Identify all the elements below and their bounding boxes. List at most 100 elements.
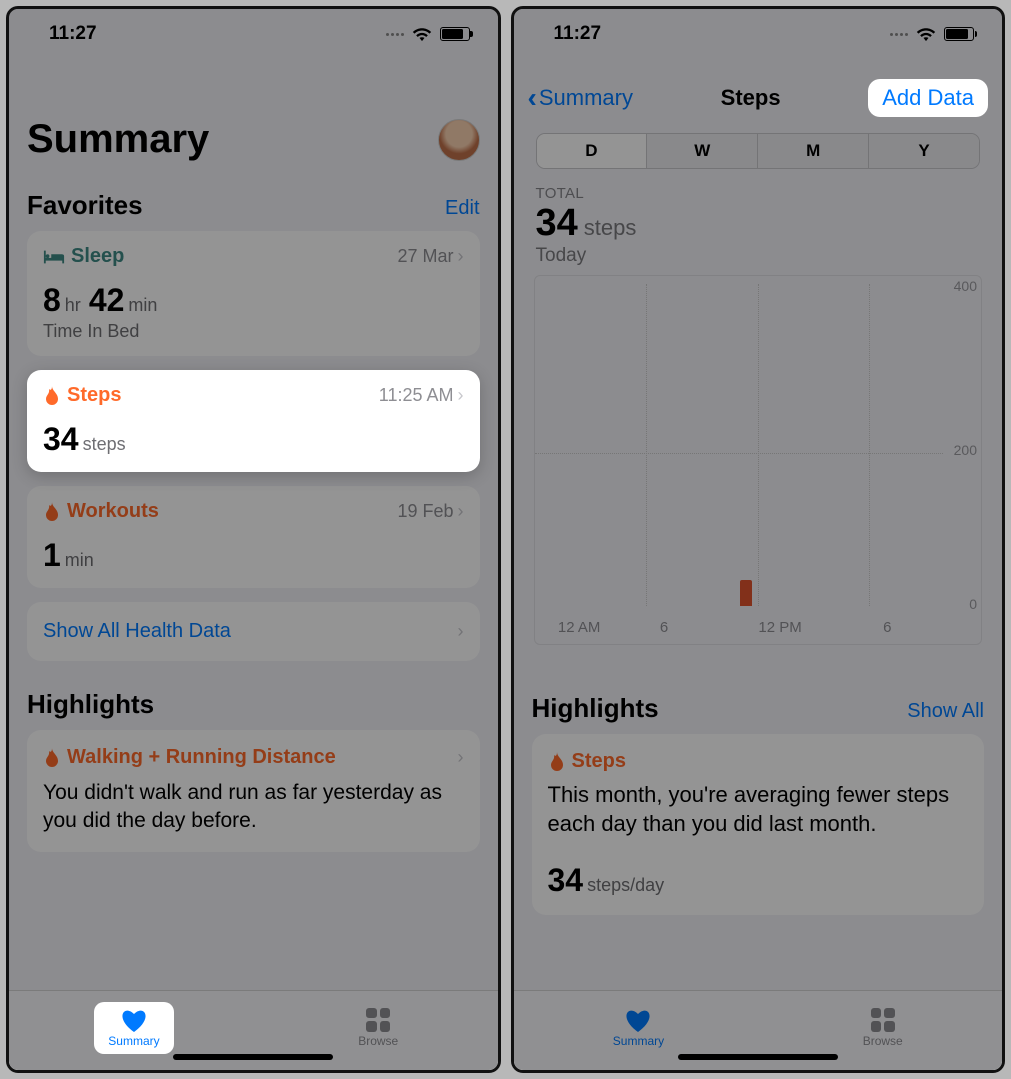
workouts-value: 1: [43, 537, 61, 574]
nav-bar: ‹ Summary Steps Add Data: [514, 71, 1003, 133]
sleep-date: 27 Mar: [397, 246, 453, 267]
xtick-6pm: 6: [883, 619, 891, 636]
heart-icon: [624, 1008, 652, 1032]
content: D W M Y TOTAL 34 steps Today 400 200 0 1…: [514, 133, 1003, 990]
avatar[interactable]: [438, 119, 480, 161]
highlights-label: Highlights: [27, 689, 154, 720]
home-indicator[interactable]: [678, 1054, 838, 1060]
segment-m[interactable]: M: [757, 134, 868, 168]
status-bar: 11:27: [514, 9, 1003, 53]
total-sub: Today: [536, 245, 985, 267]
back-button[interactable]: ‹ Summary: [528, 82, 633, 114]
flame-icon: [548, 752, 566, 772]
status-time: 11:27: [554, 23, 602, 45]
highlight-body: This month, you're averaging fewer steps…: [548, 781, 969, 838]
flame-icon: [43, 502, 61, 522]
sleep-mins-unit: min: [128, 295, 157, 316]
cellular-dots-icon: [386, 33, 404, 36]
status-bar: 11:27: [9, 9, 498, 53]
grid-icon: [871, 1008, 895, 1032]
sleep-sub: Time In Bed: [43, 321, 464, 342]
home-indicator[interactable]: [173, 1054, 333, 1060]
total-label: TOTAL: [536, 185, 985, 202]
segmented-control[interactable]: D W M Y: [536, 133, 981, 169]
bed-icon: [43, 249, 65, 265]
back-label: Summary: [539, 85, 633, 111]
workouts-unit: min: [65, 550, 94, 571]
sleep-hours-unit: hr: [65, 295, 81, 316]
big-title-row: Summary: [27, 117, 480, 162]
vline: [646, 284, 647, 606]
status-time: 11:27: [49, 23, 97, 45]
wifi-icon: [412, 27, 432, 42]
favorites-label: Favorites: [27, 190, 143, 221]
favorites-header: Favorites Edit: [27, 190, 480, 221]
page-title: Summary: [27, 117, 209, 162]
segment-d[interactable]: D: [537, 134, 647, 168]
battery-icon: [944, 27, 974, 41]
flame-icon: [43, 386, 61, 406]
highlights-header: Highlights Show All: [532, 693, 985, 724]
tab-summary[interactable]: Summary: [94, 1002, 173, 1054]
cellular-dots-icon: [890, 33, 908, 36]
phone-left-summary: 11:27 Summary Favorites Edit Sleep 27 Ma…: [6, 6, 501, 1073]
highlights-label: Highlights: [532, 693, 659, 724]
status-icons: [386, 27, 470, 42]
segment-w[interactable]: W: [646, 134, 757, 168]
vline: [758, 284, 759, 606]
highlight-title: Walking + Running Distance: [67, 746, 336, 769]
highlights-header: Highlights: [27, 689, 480, 720]
wifi-icon: [916, 27, 936, 42]
sleep-mins: 42: [89, 282, 125, 319]
heart-icon: [120, 1008, 148, 1032]
add-data-button[interactable]: Add Data: [868, 79, 988, 117]
highlight-value: 34: [548, 862, 584, 899]
segment-y[interactable]: Y: [868, 134, 979, 168]
chevron-left-icon: ‹: [528, 82, 537, 114]
chevron-right-icon: ›: [458, 747, 464, 768]
highlight-walking-card[interactable]: Walking + Running Distance › You didn't …: [27, 730, 480, 852]
workouts-card[interactable]: Workouts 19 Feb › 1 min: [27, 486, 480, 588]
sleep-hours: 8: [43, 282, 61, 319]
steps-value: 34: [43, 421, 79, 458]
show-all-health-label: Show All Health Data: [43, 620, 231, 643]
chevron-right-icon: ›: [458, 621, 464, 642]
content: Summary Favorites Edit Sleep 27 Mar › 8 …: [9, 53, 498, 990]
ytick-200: 200: [954, 442, 977, 458]
flame-icon: [43, 748, 61, 768]
total-value: 34: [536, 202, 578, 245]
edit-button[interactable]: Edit: [445, 197, 479, 220]
workouts-date: 19 Feb: [397, 501, 453, 522]
total-row: 34 steps: [536, 202, 985, 245]
xtick-12pm: 12 PM: [758, 619, 801, 636]
total-unit: steps: [584, 215, 637, 241]
steps-card[interactable]: Steps 11:25 AM › 34 steps: [27, 370, 480, 472]
battery-icon: [440, 27, 470, 41]
phone-right-steps: 11:27 ‹ Summary Steps Add Data D W M Y T…: [511, 6, 1006, 1073]
sleep-title: Sleep: [71, 245, 124, 268]
tab-summary[interactable]: Summary: [599, 1002, 678, 1054]
vline: [869, 284, 870, 606]
grid-icon: [366, 1008, 390, 1032]
tab-browse[interactable]: Browse: [344, 1002, 412, 1054]
tab-summary-label: Summary: [613, 1034, 664, 1048]
status-icons: [890, 27, 974, 42]
chevron-right-icon: ›: [458, 246, 464, 267]
xtick-12am: 12 AM: [558, 619, 601, 636]
highlight-body: You didn't walk and run as far yesterday…: [43, 779, 464, 836]
steps-time: 11:25 AM: [379, 385, 454, 406]
tab-summary-label: Summary: [108, 1034, 159, 1048]
sleep-card[interactable]: Sleep 27 Mar › 8 hr 42 min Time In Bed: [27, 231, 480, 356]
bar-11am: [740, 580, 752, 606]
ytick-0: 0: [969, 596, 977, 612]
show-all-health-link[interactable]: Show All Health Data ›: [27, 602, 480, 661]
highlight-steps-card[interactable]: Steps This month, you're averaging fewer…: [532, 734, 985, 915]
tab-browse-label: Browse: [358, 1034, 398, 1048]
steps-chart[interactable]: 400 200 0 12 AM 6 12 PM 6: [534, 275, 983, 645]
chevron-right-icon: ›: [458, 501, 464, 522]
show-all-button[interactable]: Show All: [907, 700, 984, 723]
ytick-400: 400: [954, 278, 977, 294]
tab-browse[interactable]: Browse: [849, 1002, 917, 1054]
highlight-unit: steps/day: [587, 875, 664, 896]
steps-title: Steps: [67, 384, 121, 407]
